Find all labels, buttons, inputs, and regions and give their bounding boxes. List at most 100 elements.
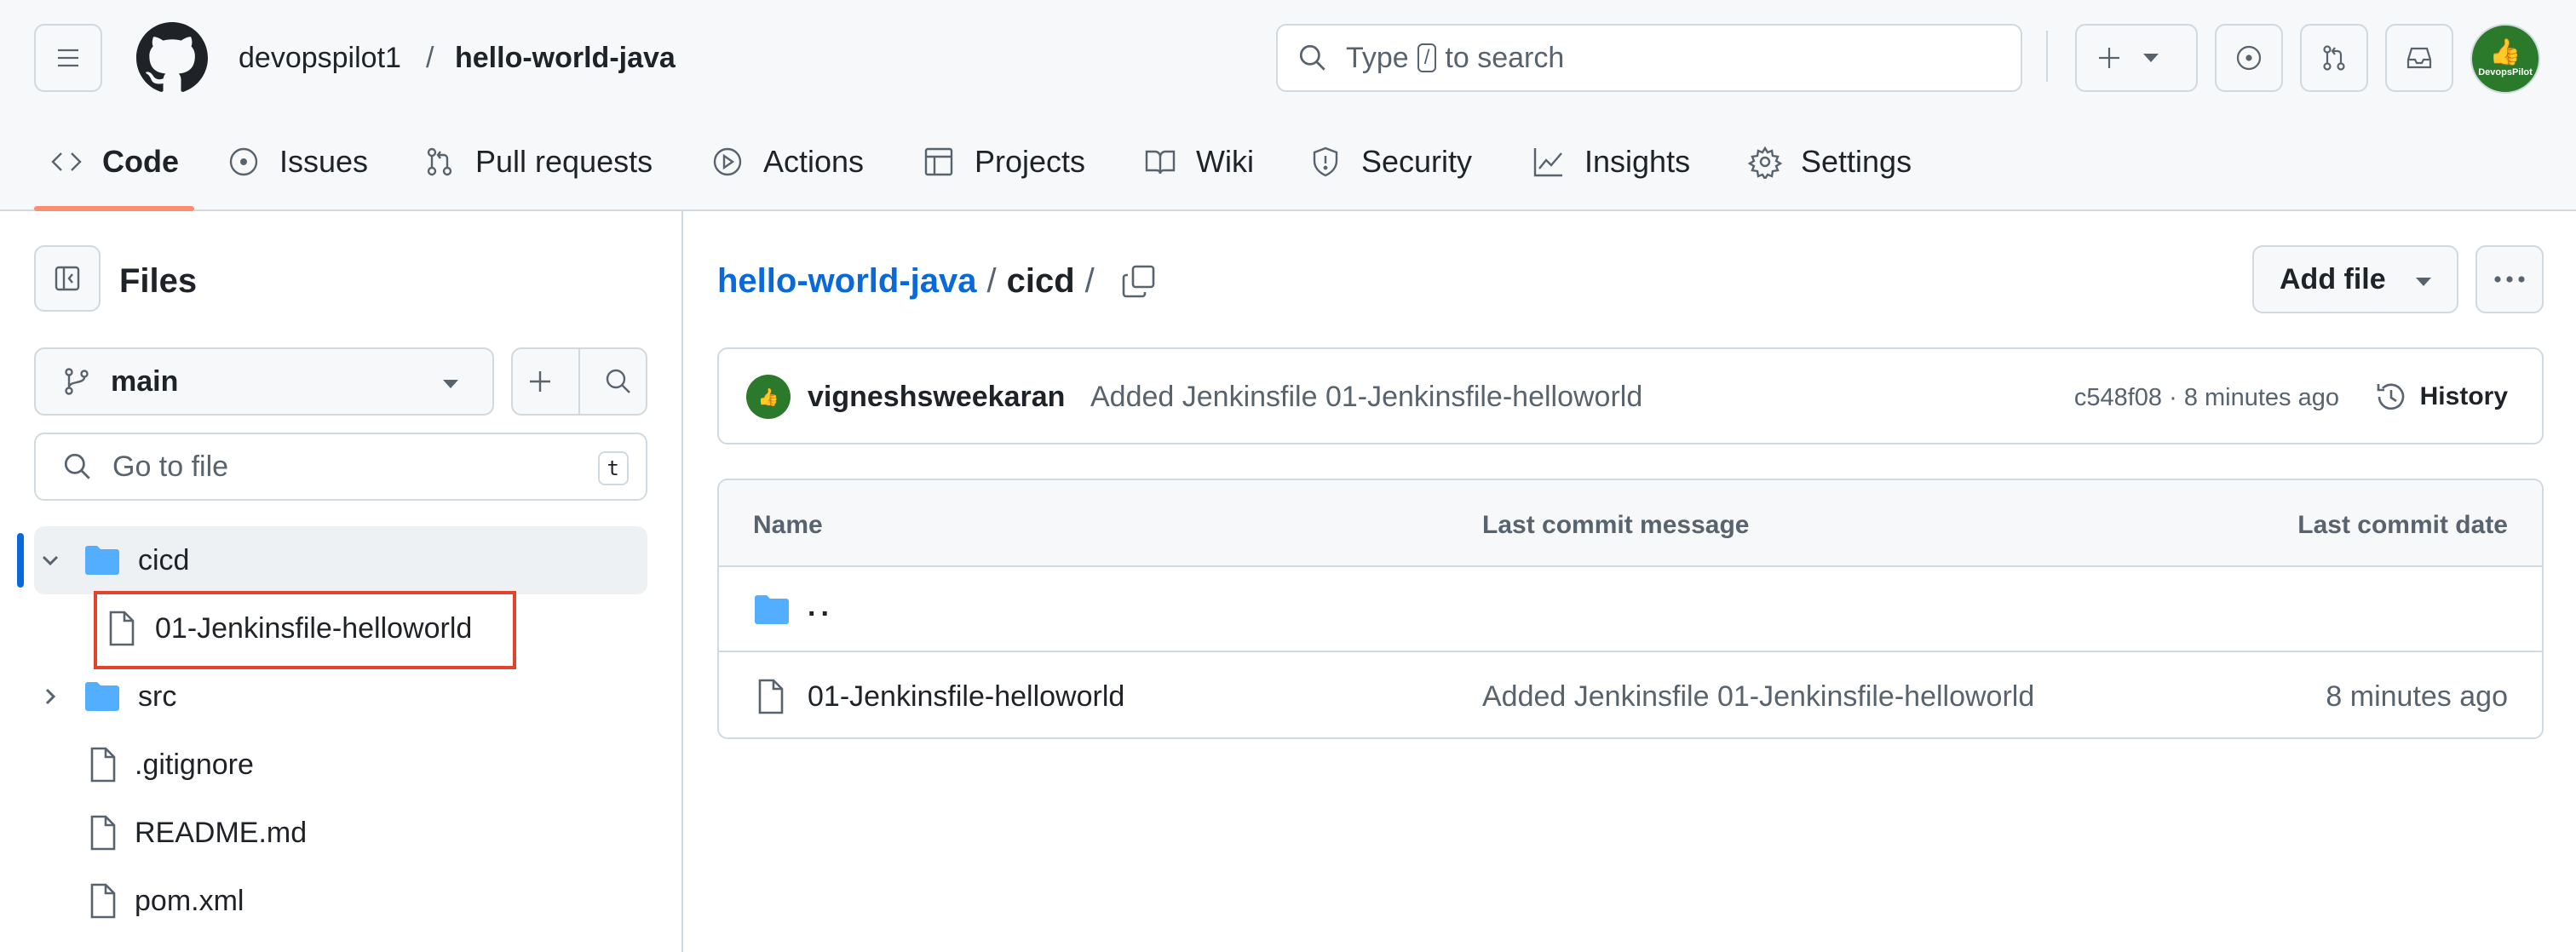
column-header-name: Name (753, 511, 823, 539)
commit-meta[interactable]: c548f08 · 8 minutes ago (2074, 383, 2339, 412)
tab-issues[interactable]: Issues (227, 136, 368, 187)
add-file-label: Add file (2280, 262, 2386, 295)
tab-pull-requests[interactable]: Pull requests (423, 136, 653, 187)
table-row[interactable]: 01-Jenkinsfile-helloworld Added Jenkinsf… (719, 654, 2542, 737)
global-search-input[interactable]: Type / to search (1276, 24, 2022, 92)
tab-code[interactable]: Code (49, 136, 179, 187)
table-header: Name Last commit message Last commit dat… (719, 480, 2542, 567)
commit-author-avatar[interactable]: 👍 (746, 375, 791, 419)
thumbs-up-icon: 👍 (2489, 38, 2521, 66)
folder-icon (83, 680, 121, 714)
tab-label: Settings (1801, 144, 1912, 179)
tab-label: Issues (279, 144, 369, 179)
file-icon (85, 882, 119, 920)
tab-label: Code (102, 144, 179, 179)
file-icon (85, 814, 119, 852)
copy-path-button[interactable] (1120, 262, 1158, 300)
sidebar-collapse-icon (55, 266, 80, 291)
tab-label: Projects (975, 144, 1086, 179)
add-file-tree-button[interactable] (525, 366, 555, 397)
hamburger-icon (58, 49, 78, 67)
tab-label: Wiki (1196, 144, 1254, 179)
history-button[interactable]: History (2374, 375, 2508, 419)
branch-selector[interactable]: main (34, 347, 494, 416)
go-to-file-placeholder: Go to file (112, 450, 229, 483)
tree-item-label: src (138, 680, 177, 713)
user-avatar[interactable]: 👍 DevopsPilot (2470, 24, 2540, 94)
tree-item-gitignore[interactable]: .gitignore (85, 739, 254, 790)
breadcrumb-current: cicd (1006, 261, 1075, 300)
chevron-down-icon (2416, 278, 2431, 286)
folder-open-icon (83, 543, 121, 577)
inbox-button[interactable] (2385, 24, 2453, 92)
menu-button[interactable] (34, 24, 102, 92)
tab-actions[interactable]: Actions (710, 136, 864, 187)
search-icon (607, 369, 631, 393)
repo-owner-link[interactable]: devopspilot1 (239, 39, 401, 77)
git-branch-icon (65, 368, 89, 395)
commit-message-link[interactable]: Added Jenkinsfile 01-Jenkinsfile-hellowo… (1090, 380, 1642, 414)
tab-settings[interactable]: Settings (1748, 136, 1912, 187)
collapse-sidebar-button[interactable] (34, 245, 101, 312)
branch-name: main (111, 364, 179, 398)
path-breadcrumb: hello-world-java / cicd / (717, 257, 1158, 305)
button-divider (578, 348, 580, 415)
tree-item-label: README.md (135, 816, 308, 849)
kebab-horizontal-icon (2494, 276, 2525, 283)
breadcrumb-repo-link[interactable]: hello-world-java (717, 262, 977, 301)
repo-name-link[interactable]: hello-world-java (455, 39, 676, 77)
file-icon (85, 746, 119, 783)
book-icon (1145, 150, 1176, 175)
tree-item-cicd[interactable]: cicd (37, 535, 189, 586)
play-icon (713, 147, 742, 176)
history-icon (2377, 383, 2404, 410)
selected-tree-item-indicator (17, 533, 24, 588)
file-name-link[interactable]: 01-Jenkinsfile-helloworld (808, 680, 1124, 714)
plus-icon (2099, 48, 2119, 68)
parent-directory-link[interactable]: .. (808, 589, 834, 623)
gear-icon (1748, 146, 1782, 179)
tab-wiki[interactable]: Wiki (1143, 136, 1254, 187)
issue-opened-icon (2236, 45, 2262, 71)
tab-insights[interactable]: Insights (1532, 136, 1690, 187)
shield-icon (1313, 146, 1338, 177)
parent-directory-row[interactable]: .. (719, 567, 2542, 652)
tab-label: Security (1361, 144, 1473, 179)
tree-item-pom[interactable]: pom.xml (85, 875, 244, 926)
create-new-button[interactable] (2075, 24, 2198, 92)
tab-label: Insights (1584, 144, 1691, 179)
issues-button[interactable] (2215, 24, 2283, 92)
file-commit-date: 8 minutes ago (2326, 680, 2508, 713)
search-shortcut-key: / (1417, 43, 1437, 72)
go-to-file-shortcut: t (597, 451, 629, 485)
sidebar-divider[interactable] (681, 211, 683, 952)
history-label: History (2419, 382, 2508, 410)
code-icon (51, 152, 82, 171)
file-commit-message-link[interactable]: Added Jenkinsfile 01-Jenkinsfile-hellowo… (1482, 680, 2034, 714)
pull-requests-button[interactable] (2300, 24, 2368, 92)
copy-icon (1122, 265, 1155, 298)
issue-icon (229, 147, 258, 176)
table-icon (924, 147, 953, 176)
tree-item-label: pom.xml (135, 884, 244, 917)
add-file-button[interactable]: Add file (2252, 245, 2458, 313)
pull-request-icon (427, 147, 452, 176)
plus-icon (529, 371, 550, 392)
thumbs-up-icon: 👍 (757, 387, 779, 407)
tab-projects[interactable]: Projects (922, 136, 1085, 187)
column-header-date: Last commit date (2297, 511, 2508, 539)
breadcrumb-separator: / (986, 261, 997, 300)
chevron-right-icon (37, 684, 63, 709)
tree-item-readme[interactable]: README.md (85, 807, 307, 858)
commit-author-link[interactable]: vigneshsweekaran (808, 380, 1065, 414)
chevron-down-icon (2143, 54, 2159, 62)
tab-security[interactable]: Security (1308, 136, 1472, 187)
tree-item-label: .gitignore (135, 748, 254, 781)
tree-item-src[interactable]: src (37, 671, 176, 722)
more-options-button[interactable] (2475, 245, 2544, 313)
git-pull-request-icon (2323, 45, 2345, 71)
go-to-file-input[interactable]: Go to file t (34, 433, 647, 501)
search-icon (64, 453, 90, 479)
search-tree-button[interactable] (603, 366, 634, 397)
github-logo-icon[interactable] (136, 22, 208, 94)
